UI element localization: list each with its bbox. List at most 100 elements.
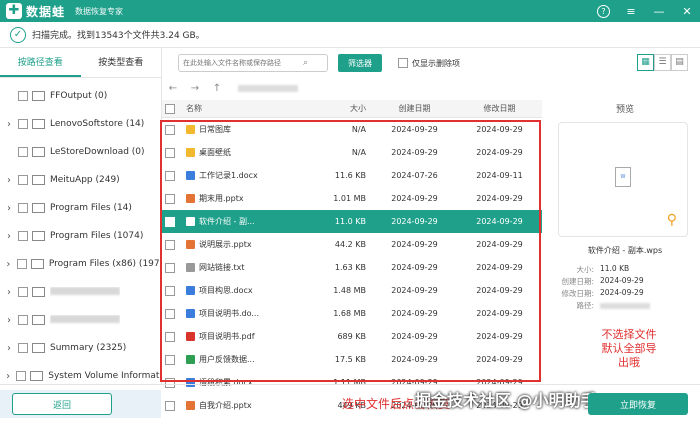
row-checkbox[interactable]: [165, 193, 175, 204]
header-name[interactable]: 名称: [182, 103, 292, 114]
search-icon[interactable]: ⌕: [303, 58, 308, 68]
expand-chevron-icon[interactable]: ›: [0, 343, 18, 354]
tree-item[interactable]: › LenovoSoftstore (14): [0, 110, 161, 138]
tree-item[interactable]: › MeituApp (249): [0, 166, 161, 194]
table-row[interactable]: 网站链接.txt 1.63 KB 2024-09-29 2024-09-29: [162, 256, 542, 279]
watermark: 掘金技术社区 @小明助手: [415, 391, 597, 410]
tree-item-checkbox[interactable]: [18, 343, 28, 353]
pptx-file-icon: [186, 240, 195, 249]
tree-item[interactable]: › Program Files (1074): [0, 222, 161, 250]
header-size[interactable]: 大小: [292, 103, 372, 114]
redacted-text: [50, 314, 120, 323]
tree-item[interactable]: ›: [0, 306, 161, 334]
detail-view-icon[interactable]: ▤: [671, 54, 688, 71]
table-row[interactable]: 期末用.pptx 1.01 MB 2024-09-29 2024-09-29: [162, 187, 542, 210]
list-view-icon[interactable]: ☰: [654, 54, 671, 71]
tree-item[interactable]: › Program Files (14): [0, 194, 161, 222]
tree-item-checkbox[interactable]: [18, 147, 28, 157]
row-checkbox[interactable]: [165, 308, 175, 319]
table-row[interactable]: 项目构思.docx 1.48 MB 2024-09-29 2024-09-29: [162, 279, 542, 302]
select-all-checkbox[interactable]: [165, 103, 175, 114]
expand-chevron-icon[interactable]: ›: [0, 231, 18, 242]
zoom-icon[interactable]: ⚲: [667, 212, 677, 228]
tree-item[interactable]: FFOutput (0): [0, 82, 161, 110]
filter-button[interactable]: 筛选器: [338, 54, 382, 72]
row-checkbox[interactable]: [165, 216, 175, 227]
row-checkbox[interactable]: [165, 331, 175, 342]
table-row[interactable]: 说明展示.pptx 44.2 KB 2024-09-29 2024-09-29: [162, 233, 542, 256]
row-checkbox[interactable]: [165, 285, 175, 296]
table-row[interactable]: 桌面壁纸 N/A 2024-09-29 2024-09-29: [162, 141, 542, 164]
table-row[interactable]: 工作记录1.docx 11.6 KB 2024-07-26 2024-09-11: [162, 164, 542, 187]
app-subtitle: 数据恢复专家: [75, 6, 124, 16]
expand-chevron-icon[interactable]: ›: [0, 203, 18, 214]
only-deleted-checkbox[interactable]: [398, 58, 408, 68]
row-checkbox[interactable]: [165, 262, 175, 273]
expand-chevron-icon[interactable]: ›: [0, 371, 16, 382]
tree-item-checkbox[interactable]: [16, 371, 27, 381]
tree-item-checkbox[interactable]: [18, 175, 28, 185]
row-checkbox[interactable]: [165, 170, 175, 181]
title-bar: ✚ 数据蛙 数据恢复专家 ? ≡ — ✕: [0, 0, 700, 22]
folder-icon: [32, 203, 45, 213]
expand-chevron-icon[interactable]: ›: [0, 175, 18, 186]
row-checkbox[interactable]: [165, 147, 175, 158]
close-icon[interactable]: ✕: [680, 5, 694, 18]
preview-box: W ⚲: [558, 122, 688, 237]
file-name: 期末用.pptx: [199, 194, 244, 203]
folder-icon: [30, 371, 44, 381]
scan-status-text: 扫描完成。找到13543个文件共3.24 GB。: [32, 31, 205, 41]
table-row[interactable]: 软件介绍 - 副... 11.0 KB 2024-09-29 2024-09-29: [162, 210, 542, 233]
header-modified[interactable]: 修改日期: [457, 103, 542, 114]
row-checkbox[interactable]: [165, 124, 175, 135]
tree-item[interactable]: › Program Files (x86) (1976): [0, 250, 161, 278]
cell-created: 2024-09-29: [391, 148, 438, 157]
search-input[interactable]: [183, 59, 303, 67]
tree-item[interactable]: › Summary (2325): [0, 334, 161, 362]
back-arrow-icon[interactable]: ←: [162, 83, 184, 94]
expand-chevron-icon[interactable]: ›: [0, 259, 17, 270]
cell-name: 日常图库: [182, 124, 292, 135]
tree-item-checkbox[interactable]: [18, 91, 28, 101]
file-name: 项目说明书.do...: [199, 309, 260, 318]
recover-button[interactable]: 立即恢复: [588, 393, 688, 415]
cell-modified: 2024-09-11: [476, 171, 523, 180]
tree-item[interactable]: LeStoreDownload (0): [0, 138, 161, 166]
tree-item-checkbox[interactable]: [18, 231, 28, 241]
tab-by-type[interactable]: 按类型查看: [81, 48, 162, 77]
toolbar: ⌕ 筛选器 仅显示删除项 ▦ ☰ ▤: [162, 48, 700, 78]
tree-item[interactable]: ›: [0, 278, 161, 306]
up-arrow-icon[interactable]: ↑: [206, 83, 228, 94]
row-checkbox[interactable]: [165, 239, 175, 250]
cell-created: 2024-09-29: [391, 194, 438, 203]
table-row[interactable]: 用户反馈数据... 17.5 KB 2024-09-29 2024-09-29: [162, 348, 542, 371]
tree-item-checkbox[interactable]: [18, 203, 28, 213]
meta-size-key: 大小:: [576, 265, 594, 274]
expand-chevron-icon[interactable]: ›: [0, 315, 18, 326]
row-checkbox[interactable]: [165, 354, 175, 365]
pdf-file-icon: [186, 332, 195, 341]
tab-by-path[interactable]: 按路径查看: [0, 48, 81, 77]
table-row[interactable]: 项目说明书.pdf 689 KB 2024-09-29 2024-09-29: [162, 325, 542, 348]
expand-chevron-icon[interactable]: ›: [0, 119, 18, 130]
menu-icon[interactable]: ≡: [624, 5, 638, 18]
table-row[interactable]: 日常图库 N/A 2024-09-29 2024-09-29: [162, 118, 542, 141]
grid-view-icon[interactable]: ▦: [637, 54, 654, 71]
table-row[interactable]: 项目说明书.do... 1.68 MB 2024-09-29 2024-09-29: [162, 302, 542, 325]
tree-item-checkbox[interactable]: [16, 259, 27, 269]
back-button[interactable]: 返回: [12, 393, 112, 415]
cell-name: 网站链接.txt: [182, 262, 292, 273]
tree-item-checkbox[interactable]: [18, 119, 28, 129]
help-icon[interactable]: ?: [597, 4, 610, 18]
minimize-icon[interactable]: —: [652, 5, 666, 18]
tree-item-checkbox[interactable]: [18, 287, 28, 297]
header-created[interactable]: 创建日期: [372, 103, 457, 114]
folder-icon: [32, 343, 45, 353]
file-name: 项目说明书.pdf: [199, 332, 255, 341]
tree-item-checkbox[interactable]: [18, 315, 28, 325]
meta-created-key: 创建日期:: [561, 277, 594, 286]
only-deleted-toggle[interactable]: 仅显示删除项: [398, 58, 460, 69]
cell-name: 项目说明书.pdf: [182, 331, 292, 342]
expand-chevron-icon[interactable]: ›: [0, 287, 18, 298]
forward-arrow-icon[interactable]: →: [184, 83, 206, 94]
